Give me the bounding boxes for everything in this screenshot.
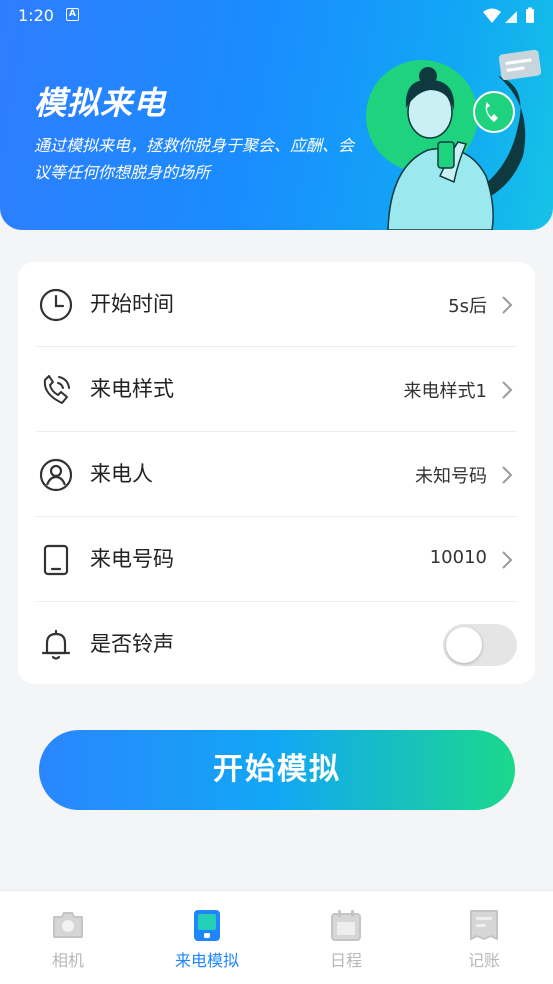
ringtone-row: 是否铃声: [36, 602, 517, 687]
start-time-row[interactable]: 开始时间 5s后: [36, 262, 517, 347]
chevron-right-icon: [502, 551, 513, 569]
caller-label: 来电人: [90, 462, 153, 486]
tab-label: 日程: [329, 951, 362, 970]
tab-schedule[interactable]: 日程: [296, 907, 396, 977]
start-time-label: 开始时间: [90, 292, 174, 316]
system-status-icons: [483, 7, 534, 23]
bell-icon: [41, 629, 71, 660]
hero-title: 模拟来电: [34, 84, 167, 122]
caller-number-value: 10010: [429, 547, 487, 568]
caller-number-row[interactable]: 来电号码 10010: [36, 517, 517, 602]
call-style-value: 来电样式1: [403, 381, 487, 402]
bottom-tab-bar: 相机 来电模拟 日程 记账: [0, 890, 553, 984]
tab-label: 相机: [51, 951, 84, 970]
settings-card: 开始时间 5s后 来电样式 来电样式1 来电人 未知号码 来电号码 10010: [18, 262, 535, 684]
woman-phone-illustration: [366, 49, 542, 230]
tab-camera[interactable]: 相机: [18, 907, 118, 977]
phone-sim-icon: [194, 910, 220, 941]
hero-subtitle: 通过模拟来电，拯救你脱身于聚会、应酬、会议等任何你想脱身的场所: [34, 136, 355, 182]
chevron-right-icon: [502, 381, 513, 399]
hero-banner: 1:20 A 模拟来电 通过模拟来电，拯救你脱身于聚会、应酬、会议等任何你想脱身…: [0, 0, 553, 230]
tab-call-simulation[interactable]: 来电模拟: [157, 907, 257, 977]
caller-value: 未知号码: [415, 466, 487, 487]
tab-ledger[interactable]: 记账: [434, 907, 534, 977]
start-time-value: 5s后: [448, 296, 487, 317]
tab-label: 来电模拟: [174, 951, 239, 970]
status-bar: 1:20 A: [0, 0, 553, 32]
tablet-icon: [43, 544, 69, 576]
call-style-label: 来电样式: [90, 377, 174, 401]
notification-icon: A: [66, 8, 79, 21]
phone-call-icon: [43, 375, 70, 404]
ringtone-toggle[interactable]: [443, 624, 517, 666]
ledger-icon: [470, 910, 498, 940]
caller-number-label: 来电号码: [90, 547, 174, 571]
camera-icon: [53, 912, 83, 938]
status-time: 1:20: [18, 6, 54, 25]
tab-label: 记账: [467, 951, 500, 970]
calendar-icon: [331, 910, 361, 941]
call-style-row[interactable]: 来电样式 来电样式1: [36, 347, 517, 432]
start-simulation-button[interactable]: 开始模拟: [39, 730, 515, 810]
chevron-right-icon: [502, 466, 513, 484]
ringtone-label: 是否铃声: [90, 632, 174, 656]
clock-icon: [39, 288, 73, 322]
caller-row[interactable]: 来电人 未知号码: [36, 432, 517, 517]
toggle-knob: [446, 627, 482, 663]
person-icon: [39, 458, 73, 492]
chevron-right-icon: [502, 296, 513, 314]
